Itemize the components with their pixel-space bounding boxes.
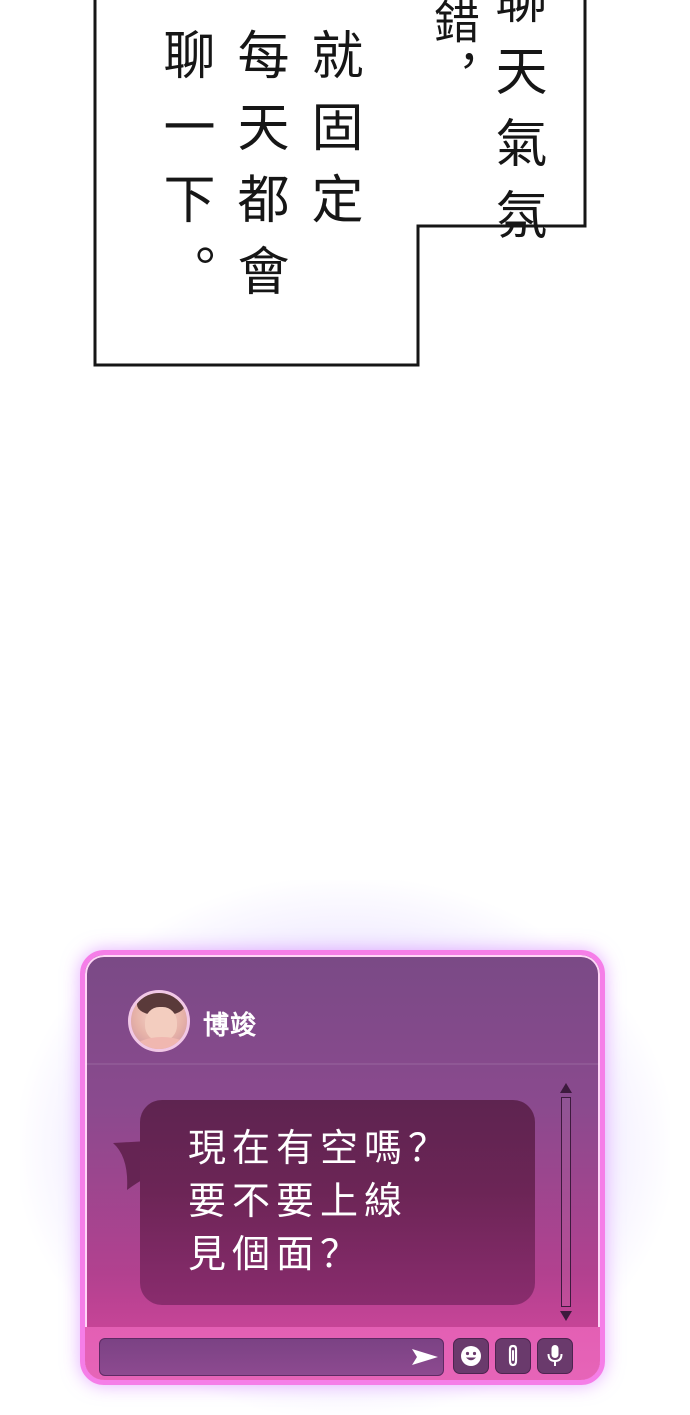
- send-button[interactable]: [407, 1341, 443, 1373]
- emoji-button[interactable]: [453, 1338, 489, 1374]
- avatar-face: [145, 1007, 177, 1041]
- attach-button[interactable]: [495, 1338, 531, 1374]
- input-bar: [85, 1327, 600, 1380]
- speech-column-3: 就固定: [302, 28, 362, 244]
- speech-column-5: 聊一下。: [154, 28, 214, 316]
- speech-column-4: 每天都會: [228, 28, 288, 316]
- chat-window: 博竣 現在有空嗎？ 要不要上線 見個面？: [80, 950, 605, 1385]
- scroll-track[interactable]: [561, 1097, 571, 1307]
- chat-header: 博竣: [85, 955, 600, 1065]
- mic-button[interactable]: [537, 1338, 573, 1374]
- microphone-icon: [547, 1345, 563, 1366]
- scrollbar[interactable]: [558, 1083, 576, 1323]
- speech-box: 聊天氣氛 錯， 就固定 每天都會 聊一下。: [0, 0, 690, 380]
- emoji-icon: [461, 1346, 481, 1366]
- message-line-2: 要不要上線: [188, 1179, 409, 1223]
- message-input[interactable]: [99, 1338, 444, 1376]
- message-line-3: 見個面？: [188, 1232, 365, 1276]
- speech-column-1: 聊天氣氛: [486, 0, 546, 260]
- message-text: 現在有空嗎？ 要不要上線 見個面？: [188, 1122, 528, 1281]
- paperclip-icon: [508, 1344, 518, 1367]
- contact-name: 博竣: [203, 1011, 258, 1041]
- send-icon: [412, 1349, 438, 1365]
- avatar[interactable]: [128, 990, 190, 1052]
- scroll-down-arrow-icon[interactable]: [560, 1311, 572, 1321]
- avatar-shoulders: [133, 1037, 187, 1049]
- speech-column-2: 錯，: [427, 0, 481, 108]
- header-divider: [85, 1063, 600, 1065]
- scroll-up-arrow-icon[interactable]: [560, 1083, 572, 1093]
- message-line-1: 現在有空嗎？: [188, 1126, 453, 1170]
- message-bubble: 現在有空嗎？ 要不要上線 見個面？: [140, 1100, 535, 1305]
